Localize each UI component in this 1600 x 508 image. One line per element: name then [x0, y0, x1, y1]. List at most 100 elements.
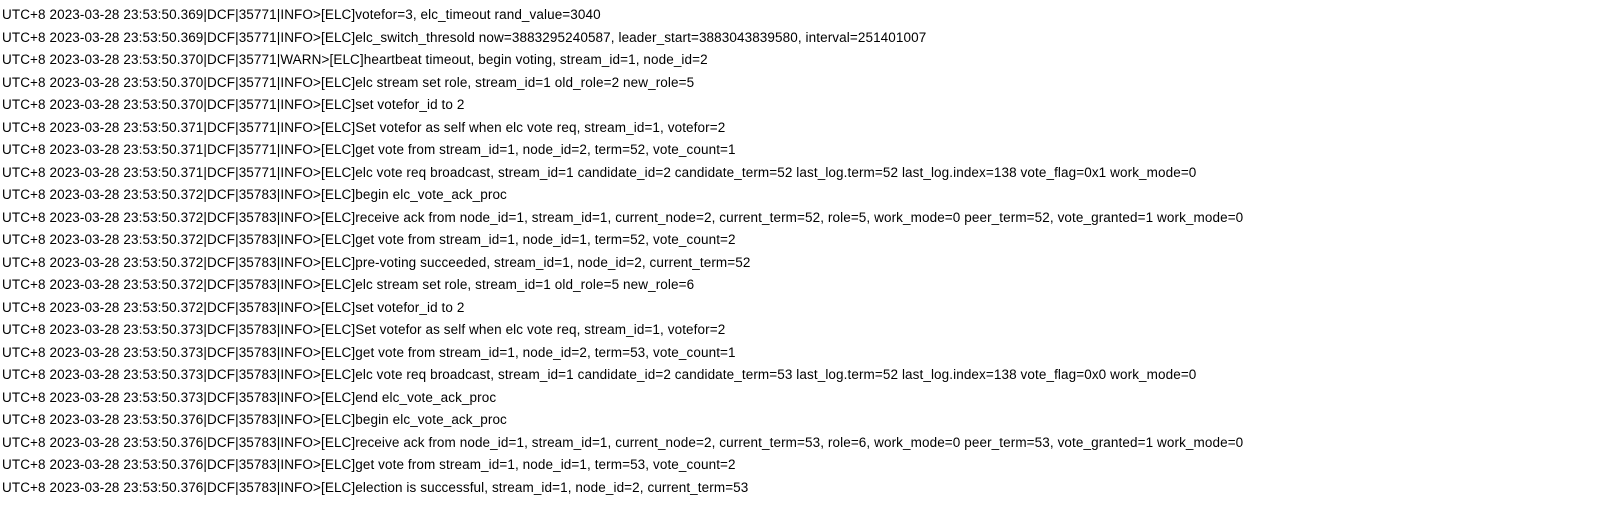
log-timestamp: UTC+8 2023-03-28 23:53:50.372 [2, 232, 203, 247]
log-line: UTC+8 2023-03-28 23:53:50.372|DCF|35783|… [2, 274, 1600, 297]
log-level: INFO [280, 457, 313, 472]
log-tag: [ELC] [321, 187, 355, 202]
log-tag: [ELC] [321, 30, 355, 45]
log-message: set votefor_id to 2 [355, 97, 464, 112]
log-tag: [ELC] [321, 210, 355, 225]
log-tag: [ELC] [321, 367, 355, 382]
log-message: begin elc_vote_ack_proc [355, 412, 507, 427]
log-module: DCF [207, 300, 235, 315]
log-level: INFO [280, 165, 313, 180]
log-pid: 35783 [239, 457, 277, 472]
log-module: DCF [207, 435, 235, 450]
log-level: INFO [280, 255, 313, 270]
log-tag: [ELC] [321, 435, 355, 450]
log-level: INFO [280, 322, 313, 337]
log-tag: [ELC] [321, 120, 355, 135]
log-tag: [ELC] [321, 165, 355, 180]
log-level: INFO [280, 435, 313, 450]
log-module: DCF [207, 210, 235, 225]
log-level: INFO [280, 367, 313, 382]
log-level: INFO [280, 277, 313, 292]
log-tag: [ELC] [321, 7, 355, 22]
log-pid: 35783 [239, 390, 277, 405]
log-pid: 35771 [239, 52, 277, 67]
log-timestamp: UTC+8 2023-03-28 23:53:50.369 [2, 7, 203, 22]
log-message: elc stream set role, stream_id=1 old_rol… [355, 75, 694, 90]
log-pid: 35783 [239, 232, 277, 247]
log-line: UTC+8 2023-03-28 23:53:50.372|DCF|35783|… [2, 207, 1600, 230]
log-message: elc vote req broadcast, stream_id=1 cand… [355, 367, 1196, 382]
log-timestamp: UTC+8 2023-03-28 23:53:50.373 [2, 390, 203, 405]
log-tag: [ELC] [321, 255, 355, 270]
log-message: receive ack from node_id=1, stream_id=1,… [355, 435, 1243, 450]
log-pid: 35771 [239, 120, 277, 135]
log-line: UTC+8 2023-03-28 23:53:50.370|DCF|35771|… [2, 72, 1600, 95]
log-message: end elc_vote_ack_proc [355, 390, 496, 405]
log-line: UTC+8 2023-03-28 23:53:50.373|DCF|35783|… [2, 364, 1600, 387]
log-timestamp: UTC+8 2023-03-28 23:53:50.372 [2, 187, 203, 202]
log-line: UTC+8 2023-03-28 23:53:50.371|DCF|35771|… [2, 139, 1600, 162]
log-line: UTC+8 2023-03-28 23:53:50.373|DCF|35783|… [2, 387, 1600, 410]
log-timestamp: UTC+8 2023-03-28 23:53:50.373 [2, 322, 203, 337]
log-pid: 35783 [239, 277, 277, 292]
log-message: elc_switch_thresold now=3883295240587, l… [355, 30, 926, 45]
log-message: heartbeat timeout, begin voting, stream_… [364, 52, 708, 67]
log-timestamp: UTC+8 2023-03-28 23:53:50.371 [2, 142, 203, 157]
log-message: set votefor_id to 2 [355, 300, 464, 315]
log-message: elc stream set role, stream_id=1 old_rol… [355, 277, 694, 292]
log-line: UTC+8 2023-03-28 23:53:50.372|DCF|35783|… [2, 229, 1600, 252]
log-message: get vote from stream_id=1, node_id=2, te… [355, 345, 735, 360]
log-message: Set votefor as self when elc vote req, s… [355, 120, 725, 135]
log-pid: 35783 [239, 367, 277, 382]
log-module: DCF [207, 367, 235, 382]
log-level: INFO [280, 120, 313, 135]
log-tag: [ELC] [329, 52, 363, 67]
log-tag: [ELC] [321, 390, 355, 405]
log-line: UTC+8 2023-03-28 23:53:50.376|DCF|35783|… [2, 409, 1600, 432]
log-module: DCF [207, 120, 235, 135]
log-timestamp: UTC+8 2023-03-28 23:53:50.372 [2, 300, 203, 315]
log-pid: 35783 [239, 322, 277, 337]
log-timestamp: UTC+8 2023-03-28 23:53:50.370 [2, 75, 203, 90]
log-level: INFO [280, 7, 313, 22]
log-timestamp: UTC+8 2023-03-28 23:53:50.371 [2, 120, 203, 135]
log-message: Set votefor as self when elc vote req, s… [355, 322, 725, 337]
log-line: UTC+8 2023-03-28 23:53:50.369|DCF|35771|… [2, 4, 1600, 27]
log-tag: [ELC] [321, 142, 355, 157]
log-line: UTC+8 2023-03-28 23:53:50.371|DCF|35771|… [2, 162, 1600, 185]
log-module: DCF [207, 457, 235, 472]
log-line: UTC+8 2023-03-28 23:53:50.372|DCF|35783|… [2, 297, 1600, 320]
log-output: UTC+8 2023-03-28 23:53:50.369|DCF|35771|… [0, 0, 1600, 499]
log-message: election is successful, stream_id=1, nod… [355, 480, 748, 495]
log-timestamp: UTC+8 2023-03-28 23:53:50.372 [2, 210, 203, 225]
log-timestamp: UTC+8 2023-03-28 23:53:50.376 [2, 412, 203, 427]
log-tag: [ELC] [321, 277, 355, 292]
log-tag: [ELC] [321, 232, 355, 247]
log-timestamp: UTC+8 2023-03-28 23:53:50.376 [2, 457, 203, 472]
log-pid: 35783 [239, 255, 277, 270]
log-module: DCF [207, 75, 235, 90]
log-module: DCF [207, 165, 235, 180]
log-line: UTC+8 2023-03-28 23:53:50.376|DCF|35783|… [2, 432, 1600, 455]
log-timestamp: UTC+8 2023-03-28 23:53:50.371 [2, 165, 203, 180]
log-timestamp: UTC+8 2023-03-28 23:53:50.373 [2, 345, 203, 360]
log-tag: [ELC] [321, 345, 355, 360]
log-pid: 35771 [239, 142, 277, 157]
log-module: DCF [207, 480, 235, 495]
log-pid: 35783 [239, 435, 277, 450]
log-module: DCF [207, 412, 235, 427]
log-timestamp: UTC+8 2023-03-28 23:53:50.369 [2, 30, 203, 45]
log-level: INFO [280, 345, 313, 360]
log-message: get vote from stream_id=1, node_id=1, te… [355, 232, 735, 247]
log-level: INFO [280, 97, 313, 112]
log-line: UTC+8 2023-03-28 23:53:50.376|DCF|35783|… [2, 454, 1600, 477]
log-level: INFO [280, 232, 313, 247]
log-module: DCF [207, 7, 235, 22]
log-timestamp: UTC+8 2023-03-28 23:53:50.372 [2, 255, 203, 270]
log-module: DCF [207, 187, 235, 202]
log-level: INFO [280, 75, 313, 90]
log-line: UTC+8 2023-03-28 23:53:50.372|DCF|35783|… [2, 184, 1600, 207]
log-timestamp: UTC+8 2023-03-28 23:53:50.376 [2, 480, 203, 495]
log-level: INFO [280, 412, 313, 427]
log-level: INFO [280, 300, 313, 315]
